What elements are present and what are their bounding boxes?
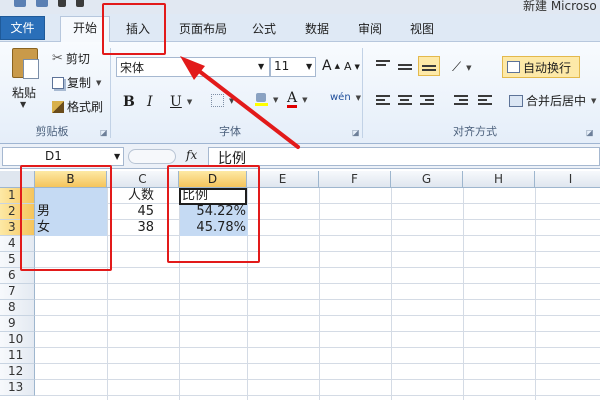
annotation-arrow xyxy=(180,56,300,149)
arrow-head-icon xyxy=(180,56,205,80)
arrow-shaft xyxy=(188,62,300,149)
